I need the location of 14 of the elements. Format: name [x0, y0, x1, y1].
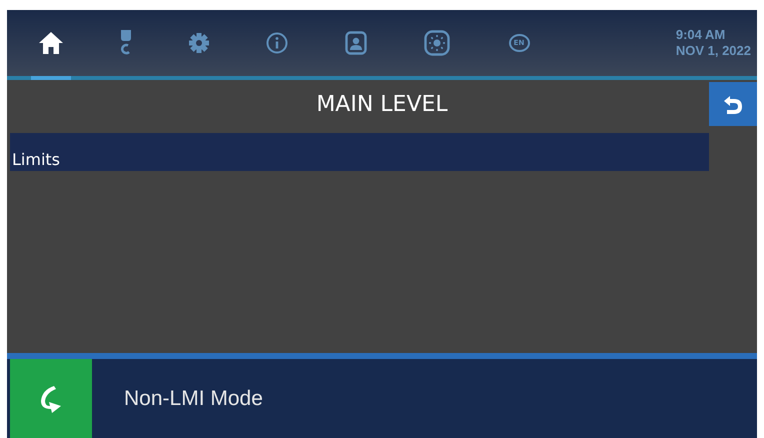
settings-icon: [189, 33, 209, 53]
back-button[interactable]: [709, 82, 757, 126]
brightness-icon: [424, 30, 450, 56]
undo-arrow-icon: [722, 93, 744, 115]
mode-button[interactable]: [10, 359, 92, 438]
mode-label: Non-LMI Mode: [124, 386, 263, 412]
screen-title: MAIN LEVEL: [315, 92, 449, 116]
user-icon: [345, 31, 367, 55]
list-item[interactable]: Limits: [10, 133, 709, 171]
clock-time: 9:04 AM: [676, 27, 726, 43]
clock-date: NOV 1, 2022: [676, 43, 751, 59]
info-icon: [266, 32, 288, 54]
home-icon: [39, 32, 63, 54]
hook-icon: [120, 30, 132, 56]
